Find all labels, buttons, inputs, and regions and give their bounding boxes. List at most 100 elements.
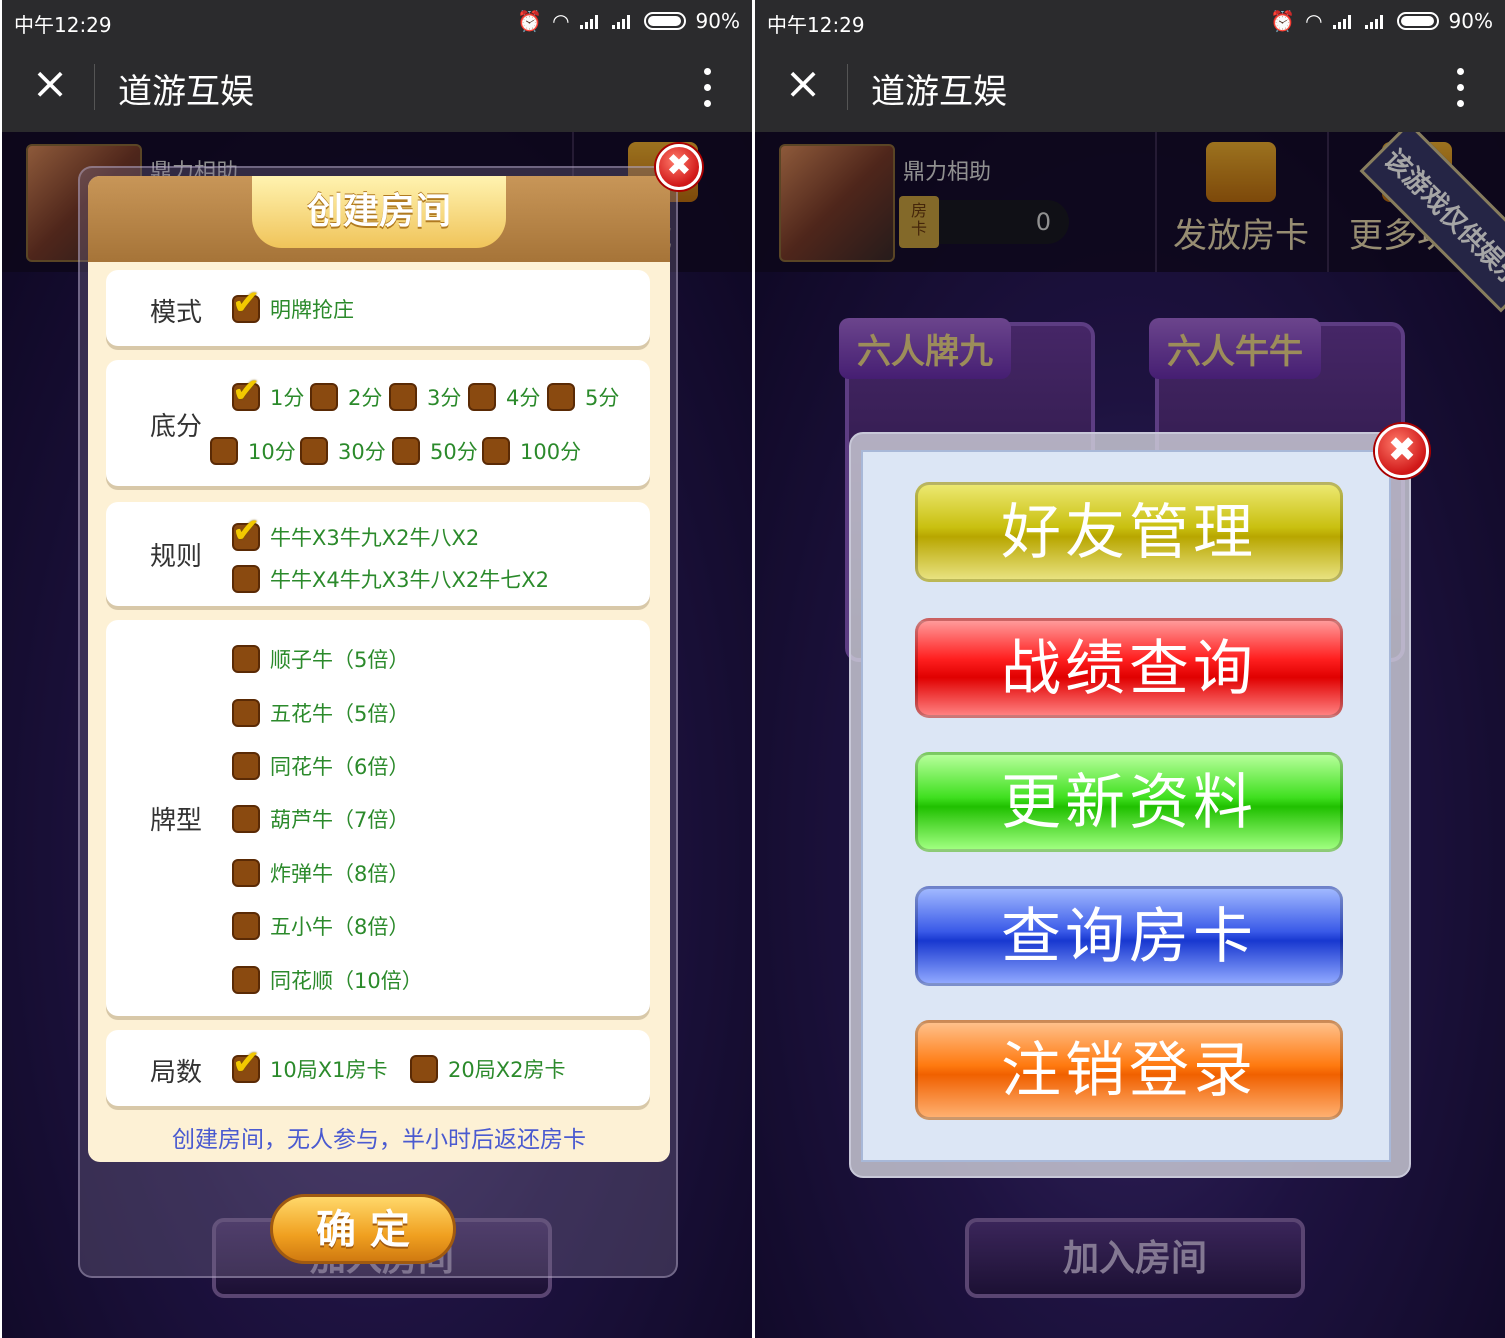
option-label: 明牌抢庄 [270, 298, 354, 322]
base-option-100[interactable]: 100分 [482, 436, 581, 466]
checkbox[interactable] [232, 752, 260, 780]
create-room-dialog: 创建房间 模式 明牌抢庄 底分 1分 2分 3分 4分 5分 10分 30分 5… [88, 176, 670, 1162]
close-menu-icon[interactable]: ✖ [1375, 424, 1429, 478]
checkbox[interactable] [232, 565, 260, 593]
section-mode: 模式 明牌抢庄 [106, 270, 650, 346]
option-label: 10分 [248, 440, 296, 464]
checkbox[interactable] [232, 283, 261, 323]
checkbox[interactable] [232, 699, 260, 727]
type-option-7[interactable]: 同花顺（10倍） [232, 965, 423, 995]
battery-icon [643, 12, 686, 30]
base-option-50[interactable]: 50分 [392, 436, 478, 466]
update-profile-button[interactable]: 更新资料 [915, 752, 1343, 852]
base-option-2[interactable]: 2分 [310, 382, 382, 412]
right-screen: 中午12:29 ⏰ ◠ 90% × 道游互娱 鼎力相助 房 卡 0 发放房卡 更… [755, 0, 1505, 1338]
checkbox[interactable] [482, 437, 510, 465]
checkbox[interactable] [547, 383, 575, 411]
checkbox[interactable] [232, 912, 260, 940]
record-query-button[interactable]: 战绩查询 [915, 618, 1343, 718]
type-option-2[interactable]: 五花牛（5倍） [232, 698, 409, 728]
rounds-option-20[interactable]: 20局X2房卡 [410, 1054, 565, 1084]
mode-option[interactable]: 明牌抢庄 [232, 283, 354, 324]
option-label: 50分 [430, 440, 478, 464]
query-room-card-button[interactable]: 查询房卡 [915, 886, 1343, 986]
base-option-4[interactable]: 4分 [468, 382, 540, 412]
checkbox[interactable] [210, 437, 238, 465]
section-rules: 规则 牛牛X3牛九X2牛八X2 牛牛X4牛九X3牛八X2牛七X2 [106, 502, 650, 606]
more-options-icon[interactable] [702, 64, 712, 110]
base-option-1[interactable]: 1分 [232, 371, 305, 412]
refund-note: 创建房间，无人参与，半小时后返还房卡 [172, 1127, 586, 1153]
wifi-icon: ◠ [1305, 9, 1323, 33]
option-label: 4分 [506, 386, 541, 410]
type-option-1[interactable]: 顺子牛（5倍） [232, 644, 409, 674]
checkbox[interactable] [232, 859, 260, 887]
alarm-icon: ⏰ [1270, 9, 1296, 33]
checkbox[interactable] [232, 645, 260, 673]
option-label: 牛牛X3牛九X2牛八X2 [270, 526, 480, 550]
checkbox[interactable] [310, 383, 338, 411]
option-label: 炸弹牛（8倍） [270, 862, 410, 886]
option-label: 2分 [348, 386, 383, 410]
close-icon[interactable]: × [781, 62, 825, 106]
option-label: 葫芦牛（7倍） [270, 808, 410, 832]
base-score-label: 底分 [150, 412, 203, 442]
battery-level: 90% [1448, 9, 1493, 33]
battery-icon [1396, 12, 1439, 30]
checkbox[interactable] [232, 966, 260, 994]
base-option-5[interactable]: 5分 [547, 382, 619, 412]
option-label: 1分 [270, 386, 305, 410]
option-label: 30分 [338, 440, 386, 464]
close-icon[interactable]: × [28, 62, 72, 106]
checkbox[interactable] [468, 383, 496, 411]
signal-icon-2 [611, 13, 634, 29]
rules-label: 规则 [150, 542, 203, 572]
option-label: 牛牛X4牛九X3牛八X2牛七X2 [270, 568, 549, 592]
checkbox[interactable] [410, 1055, 438, 1083]
status-icons: ⏰ ◠ 90% [1270, 9, 1493, 33]
option-label: 3分 [427, 386, 462, 410]
page-title: 道游互娱 [118, 72, 254, 112]
checkbox[interactable] [300, 437, 328, 465]
card-types-label: 牌型 [150, 806, 203, 836]
type-option-5[interactable]: 炸弹牛（8倍） [232, 858, 409, 888]
nav-divider [94, 64, 95, 110]
checkbox[interactable] [232, 1043, 261, 1083]
wifi-icon: ◠ [552, 9, 570, 33]
checkbox[interactable] [232, 511, 261, 551]
base-option-10[interactable]: 10分 [210, 436, 296, 466]
base-option-3[interactable]: 3分 [389, 382, 461, 412]
option-label: 5分 [585, 386, 620, 410]
signal-icon-2 [1364, 13, 1387, 29]
checkbox[interactable] [392, 437, 420, 465]
confirm-button[interactable]: 确 定 [270, 1194, 456, 1264]
logout-button[interactable]: 注销登录 [915, 1020, 1343, 1120]
signal-icon [579, 13, 602, 29]
section-card-types: 牌型 顺子牛（5倍） 五花牛（5倍） 同花牛（6倍） 葫芦牛（7倍） 炸弹牛（8… [106, 620, 650, 1016]
rule-option-1[interactable]: 牛牛X3牛九X2牛八X2 [232, 511, 480, 552]
type-option-4[interactable]: 葫芦牛（7倍） [232, 804, 409, 834]
type-option-3[interactable]: 同花牛（6倍） [232, 751, 409, 781]
nav-bar: × 道游互娱 [755, 42, 1505, 132]
checkbox[interactable] [389, 383, 417, 411]
status-bar: 中午12:29 ⏰ ◠ 90% [2, 0, 752, 42]
signal-icon [1332, 13, 1355, 29]
type-option-6[interactable]: 五小牛（8倍） [232, 911, 409, 941]
close-dialog-icon[interactable]: ✖ [656, 144, 702, 190]
checkbox[interactable] [232, 371, 261, 411]
section-base-score: 底分 1分 2分 3分 4分 5分 10分 30分 50分 100分 [106, 360, 650, 486]
status-bar: 中午12:29 ⏰ ◠ 90% [755, 0, 1505, 42]
rule-option-2[interactable]: 牛牛X4牛九X3牛八X2牛七X2 [232, 564, 549, 594]
nav-divider [847, 64, 848, 110]
option-label: 同花牛（6倍） [270, 755, 410, 779]
rounds-option-10[interactable]: 10局X1房卡 [232, 1043, 387, 1084]
status-time: 中午12:29 [14, 13, 112, 37]
more-options-icon[interactable] [1455, 64, 1465, 110]
base-option-30[interactable]: 30分 [300, 436, 386, 466]
mode-label: 模式 [150, 298, 203, 328]
option-label: 五花牛（5倍） [270, 702, 410, 726]
option-label: 五小牛（8倍） [270, 915, 410, 939]
friend-management-button[interactable]: 好友管理 [915, 482, 1343, 582]
checkbox[interactable] [232, 805, 260, 833]
dialog-title: 创建房间 [252, 176, 506, 248]
